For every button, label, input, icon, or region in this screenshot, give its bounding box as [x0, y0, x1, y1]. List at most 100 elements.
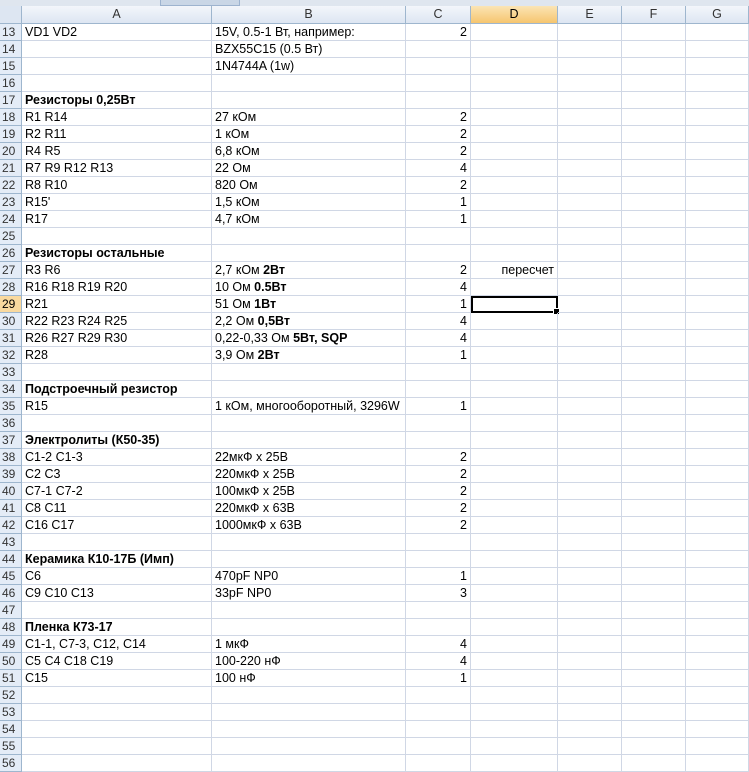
cell-d[interactable] — [471, 500, 558, 517]
cell-c[interactable]: 2 — [406, 517, 471, 534]
cell-f[interactable] — [622, 670, 686, 687]
row-header[interactable]: 17 — [0, 92, 22, 109]
row-header[interactable]: 16 — [0, 75, 22, 92]
cell-f[interactable] — [622, 432, 686, 449]
row-header[interactable]: 42 — [0, 517, 22, 534]
cell-d[interactable] — [471, 602, 558, 619]
row-header[interactable]: 20 — [0, 143, 22, 160]
row-header[interactable]: 19 — [0, 126, 22, 143]
cell-a[interactable] — [22, 415, 212, 432]
cell-a[interactable]: R4 R5 — [22, 143, 212, 160]
cell-b[interactable]: 2,7 кОм 2Вт — [212, 262, 406, 279]
cell-d[interactable] — [471, 279, 558, 296]
cell-f[interactable] — [622, 415, 686, 432]
cell-d[interactable] — [471, 653, 558, 670]
cell-d[interactable] — [471, 398, 558, 415]
cell-c[interactable] — [406, 415, 471, 432]
cell-f[interactable] — [622, 160, 686, 177]
cell-e[interactable] — [558, 160, 622, 177]
row-header[interactable]: 37 — [0, 432, 22, 449]
cell-f[interactable] — [622, 24, 686, 41]
cell-c[interactable] — [406, 551, 471, 568]
cell-f[interactable] — [622, 687, 686, 704]
cell-e[interactable] — [558, 398, 622, 415]
cell-e[interactable] — [558, 704, 622, 721]
row-header[interactable]: 26 — [0, 245, 22, 262]
cell-c[interactable] — [406, 602, 471, 619]
cell-e[interactable] — [558, 432, 622, 449]
cell-c[interactable] — [406, 245, 471, 262]
cell-a[interactable]: Резисторы 0,25Вт — [22, 92, 212, 109]
cell-c[interactable]: 2 — [406, 466, 471, 483]
cell-g[interactable] — [686, 296, 749, 313]
cell-b[interactable]: 220мкФ х 25В — [212, 466, 406, 483]
cell-b[interactable]: 1,5 кОм — [212, 194, 406, 211]
cell-e[interactable] — [558, 534, 622, 551]
active-cell-d[interactable] — [471, 296, 560, 315]
cell-g[interactable] — [686, 313, 749, 330]
row-header[interactable]: 45 — [0, 568, 22, 585]
cell-c[interactable]: 4 — [406, 279, 471, 296]
cell-g[interactable] — [686, 517, 749, 534]
cell-b[interactable] — [212, 619, 406, 636]
cell-e[interactable] — [558, 619, 622, 636]
cell-f[interactable] — [622, 755, 686, 772]
column-header-e[interactable]: E — [558, 6, 622, 24]
cell-b[interactable]: 1000мкФ х 63В — [212, 517, 406, 534]
cell-f[interactable] — [622, 568, 686, 585]
cell-a[interactable]: C9 C10 C13 — [22, 585, 212, 602]
row-header[interactable]: 49 — [0, 636, 22, 653]
row-header[interactable]: 30 — [0, 313, 22, 330]
cell-a[interactable]: C1-2 C1-3 — [22, 449, 212, 466]
cell-d[interactable] — [471, 92, 558, 109]
cell-d[interactable] — [471, 704, 558, 721]
cell-c[interactable]: 2 — [406, 24, 471, 41]
cell-c[interactable]: 2 — [406, 177, 471, 194]
cell-g[interactable] — [686, 75, 749, 92]
cell-e[interactable] — [558, 58, 622, 75]
cell-d[interactable] — [471, 126, 558, 143]
cell-d[interactable] — [471, 58, 558, 75]
cell-e[interactable] — [558, 483, 622, 500]
row-header[interactable]: 41 — [0, 500, 22, 517]
cell-a[interactable] — [22, 602, 212, 619]
cell-b[interactable]: 1 кОм — [212, 126, 406, 143]
cell-b[interactable]: 2,2 Ом 0,5Вт — [212, 313, 406, 330]
cell-g[interactable] — [686, 483, 749, 500]
cell-b[interactable] — [212, 738, 406, 755]
cell-d[interactable] — [471, 143, 558, 160]
row-header[interactable]: 25 — [0, 228, 22, 245]
cell-c[interactable]: 2 — [406, 483, 471, 500]
cell-g[interactable] — [686, 279, 749, 296]
cell-g[interactable] — [686, 602, 749, 619]
row-header[interactable]: 32 — [0, 347, 22, 364]
cell-c[interactable]: 1 — [406, 568, 471, 585]
cell-d[interactable] — [471, 636, 558, 653]
cell-a[interactable]: R15' — [22, 194, 212, 211]
cell-c[interactable] — [406, 738, 471, 755]
cell-a[interactable] — [22, 755, 212, 772]
cell-g[interactable] — [686, 109, 749, 126]
cell-e[interactable] — [558, 211, 622, 228]
cell-c[interactable] — [406, 534, 471, 551]
cell-d[interactable] — [471, 449, 558, 466]
cell-a[interactable]: C7-1 C7-2 — [22, 483, 212, 500]
cell-c[interactable]: 1 — [406, 347, 471, 364]
cell-g[interactable] — [686, 228, 749, 245]
cell-g[interactable] — [686, 721, 749, 738]
row-header[interactable]: 52 — [0, 687, 22, 704]
cell-e[interactable] — [558, 466, 622, 483]
column-header-c[interactable]: C — [406, 6, 471, 24]
cell-a[interactable] — [22, 364, 212, 381]
cell-g[interactable] — [686, 211, 749, 228]
cell-a[interactable] — [22, 738, 212, 755]
cell-a[interactable] — [22, 704, 212, 721]
cell-e[interactable] — [558, 177, 622, 194]
cell-e[interactable] — [558, 738, 622, 755]
cell-b[interactable] — [212, 687, 406, 704]
cell-b[interactable]: 0,22-0,33 Ом 5Вт, SQP — [212, 330, 406, 347]
cell-g[interactable] — [686, 636, 749, 653]
cell-f[interactable] — [622, 143, 686, 160]
cell-d[interactable] — [471, 585, 558, 602]
cell-b[interactable]: 4,7 кОм — [212, 211, 406, 228]
